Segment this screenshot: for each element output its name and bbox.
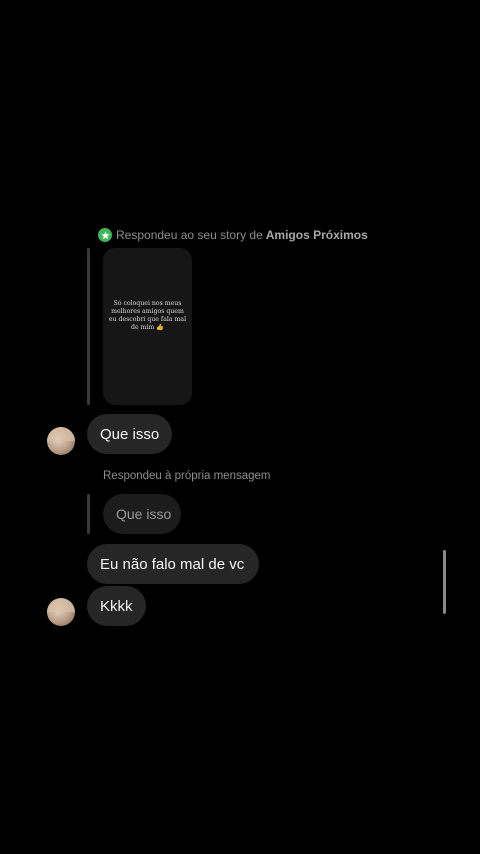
story-reply-header: Respondeu ao seu story de Amigos Próximo… [98, 227, 368, 243]
message-bubble[interactable]: Eu não falo mal de vc [87, 544, 259, 584]
quote-bar [87, 248, 90, 405]
quote-bar [87, 494, 90, 534]
close-friends-label[interactable]: Amigos Próximos [266, 228, 368, 242]
story-text: Só coloquei nos meus melhores amigos que… [108, 300, 187, 331]
story-reply-prefix: Respondeu ao seu story de [116, 228, 263, 242]
message-text: Que isso [100, 425, 160, 443]
message-text: Kkkk [100, 597, 133, 615]
quoted-message-text: Que isso [116, 506, 172, 522]
star-icon [98, 228, 112, 242]
message-bubble[interactable]: Kkkk [87, 586, 146, 626]
message-text: Eu não falo mal de vc [100, 555, 245, 573]
avatar[interactable] [47, 427, 75, 455]
quoted-message-bubble[interactable]: Que isso [103, 494, 181, 534]
story-thumbnail[interactable]: Só coloquei nos meus melhores amigos que… [103, 248, 192, 405]
message-bubble[interactable]: Que isso [87, 414, 172, 454]
scrollbar[interactable] [443, 550, 446, 614]
own-reply-label: Respondeu à própria mensagem [103, 470, 271, 482]
avatar[interactable] [47, 598, 75, 626]
